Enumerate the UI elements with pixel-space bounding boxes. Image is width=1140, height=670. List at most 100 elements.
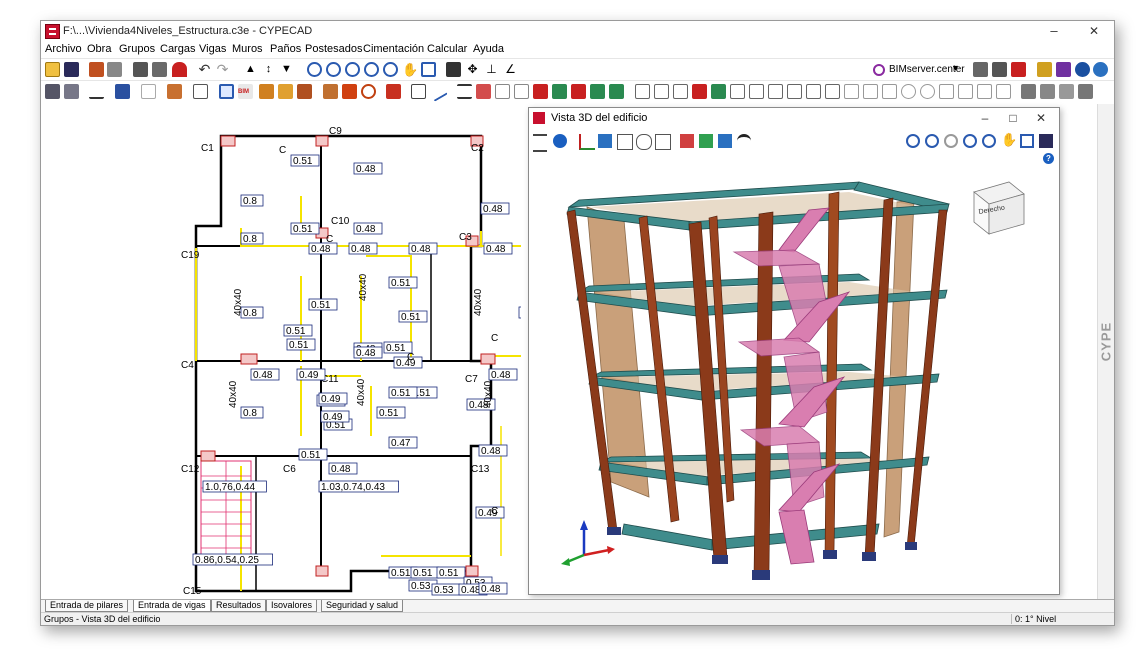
beam-tool-14[interactable] bbox=[787, 84, 802, 99]
tab-seguridad-y-salud[interactable]: Seguridad y salud bbox=[321, 600, 404, 612]
display-mode-icon[interactable] bbox=[718, 134, 732, 148]
beam-tool-7[interactable] bbox=[654, 84, 669, 99]
beam-tool-6[interactable] bbox=[635, 84, 650, 99]
fire-icon[interactable] bbox=[141, 84, 156, 99]
display-icon[interactable] bbox=[446, 62, 461, 77]
zoom-window-3d-icon[interactable] bbox=[925, 134, 939, 148]
drawings-icon[interactable] bbox=[1056, 62, 1071, 77]
zoom-out-icon[interactable] bbox=[383, 62, 398, 77]
layers-icon[interactable] bbox=[533, 134, 547, 152]
menu-calcular[interactable]: Calcular bbox=[427, 43, 467, 55]
help-icon[interactable] bbox=[1075, 62, 1090, 77]
beam-info-icon[interactable] bbox=[495, 84, 510, 99]
magnet-icon[interactable] bbox=[172, 62, 187, 77]
pan-3d-icon[interactable]: ✋ bbox=[1001, 132, 1017, 147]
bimserver-icon[interactable] bbox=[873, 64, 885, 76]
stair-icon[interactable] bbox=[323, 84, 338, 99]
menu-cargas[interactable]: Cargas bbox=[160, 43, 195, 55]
beam-tool-9[interactable] bbox=[692, 84, 707, 99]
save-icon[interactable] bbox=[64, 62, 79, 77]
beam-tool-26[interactable] bbox=[1021, 84, 1036, 99]
export-icon[interactable] bbox=[992, 62, 1007, 77]
walk-icon[interactable] bbox=[655, 134, 671, 150]
beam-tool-4[interactable] bbox=[590, 84, 605, 99]
floor-plan-drawing[interactable]: C1C9C2C10C3C19C4C11C7C12C6C13C15C70.510.… bbox=[181, 116, 521, 596]
edit-icon[interactable] bbox=[411, 84, 426, 99]
beam-tool-3[interactable] bbox=[571, 84, 586, 99]
window-refresh-icon[interactable] bbox=[421, 62, 436, 77]
beam-tool-12[interactable] bbox=[749, 84, 764, 99]
print-icon[interactable] bbox=[973, 62, 988, 77]
beam-tool-2[interactable] bbox=[552, 84, 567, 99]
slab-icon[interactable] bbox=[386, 84, 401, 99]
beam-delete-icon[interactable] bbox=[476, 84, 491, 99]
zoom-extents-3d-icon[interactable] bbox=[963, 134, 977, 148]
beam-copy-icon[interactable] bbox=[514, 84, 529, 99]
beam-tool-22[interactable] bbox=[939, 84, 954, 99]
redo-icon[interactable]: ↷ bbox=[215, 62, 230, 77]
tab-resultados[interactable]: Resultados bbox=[211, 600, 267, 612]
menu-panos[interactable]: Paños bbox=[270, 43, 301, 55]
rotate-icon[interactable] bbox=[617, 134, 633, 150]
tag-icon[interactable] bbox=[193, 84, 208, 99]
view3d-maximize-button[interactable]: □ bbox=[999, 109, 1027, 127]
eye-icon[interactable] bbox=[636, 134, 652, 150]
zoom-window-icon[interactable] bbox=[326, 62, 341, 77]
wall-icon[interactable] bbox=[342, 84, 357, 99]
zoom-out-3d-icon[interactable] bbox=[982, 134, 996, 148]
info-icon[interactable] bbox=[553, 134, 567, 148]
menu-postesados[interactable]: Postesados bbox=[305, 43, 362, 55]
beam-tool-17[interactable] bbox=[844, 84, 859, 99]
beam-tool-10[interactable] bbox=[711, 84, 726, 99]
beam-tool-8[interactable] bbox=[673, 84, 688, 99]
pan-hand-icon[interactable]: ✋ bbox=[402, 62, 418, 77]
building-icon[interactable] bbox=[167, 84, 182, 99]
measure-icon[interactable]: ⊥ bbox=[484, 62, 499, 77]
level-up-icon[interactable]: ▲ bbox=[243, 62, 258, 77]
ring-icon[interactable] bbox=[361, 84, 376, 99]
zoom-in-3d-icon[interactable] bbox=[944, 134, 958, 148]
cube-view-icon[interactable] bbox=[598, 134, 612, 148]
menu-ayuda[interactable]: Ayuda bbox=[473, 43, 504, 55]
share-icon[interactable] bbox=[1011, 62, 1026, 77]
web-icon[interactable] bbox=[1093, 62, 1108, 77]
zoom-refresh-icon[interactable] bbox=[307, 62, 322, 77]
book-icon[interactable] bbox=[1039, 134, 1053, 148]
menu-obra[interactable]: Obra bbox=[87, 43, 111, 55]
beam-tool-13[interactable] bbox=[768, 84, 783, 99]
calculator-icon[interactable] bbox=[133, 62, 148, 77]
view3d-icon[interactable] bbox=[219, 84, 234, 99]
minimize-button[interactable]: – bbox=[1034, 21, 1074, 41]
foundation-icon[interactable] bbox=[297, 84, 312, 99]
building-3d-model[interactable]: Derecho bbox=[529, 152, 1059, 592]
beam-tool-11[interactable] bbox=[730, 84, 745, 99]
menu-muros[interactable]: Muros bbox=[232, 43, 263, 55]
group-icon-2[interactable] bbox=[64, 84, 79, 99]
group-icon-1[interactable] bbox=[45, 84, 60, 99]
tab-isovalores[interactable]: Isovalores bbox=[266, 600, 318, 612]
undo-icon[interactable]: ↶ bbox=[197, 62, 212, 77]
level-down-icon[interactable]: ▼ bbox=[279, 62, 294, 77]
visibility-icon[interactable] bbox=[737, 134, 751, 151]
zoom-in-icon[interactable] bbox=[345, 62, 360, 77]
section-icon[interactable] bbox=[680, 134, 694, 148]
grid-icon[interactable] bbox=[152, 62, 167, 77]
window-3d-icon[interactable] bbox=[1020, 134, 1034, 148]
load-icon[interactable] bbox=[259, 84, 274, 99]
beam-edit-icon[interactable] bbox=[457, 84, 472, 99]
beam-tool-20[interactable] bbox=[901, 84, 916, 99]
chevron-down-icon[interactable]: ▾ bbox=[953, 63, 958, 74]
close-button[interactable]: ✕ bbox=[1074, 21, 1114, 41]
view3d-minimize-button[interactable]: – bbox=[971, 109, 999, 127]
beam-tool-16[interactable] bbox=[825, 84, 840, 99]
menu-cimentacion[interactable]: Cimentación bbox=[363, 43, 424, 55]
beam-tool-19[interactable] bbox=[882, 84, 897, 99]
line-icon[interactable] bbox=[427, 81, 448, 102]
zoom-refresh-3d-icon[interactable] bbox=[906, 134, 920, 148]
wrench-icon[interactable] bbox=[107, 62, 122, 77]
tab-entrada-de-vigas[interactable]: Entrada de vigas bbox=[133, 600, 211, 612]
beam-tool-27[interactable] bbox=[1040, 84, 1055, 99]
menu-archivo[interactable]: Archivo bbox=[45, 43, 82, 55]
report-icon[interactable] bbox=[1037, 62, 1052, 77]
level-updown-icon[interactable]: ↕ bbox=[261, 62, 276, 77]
